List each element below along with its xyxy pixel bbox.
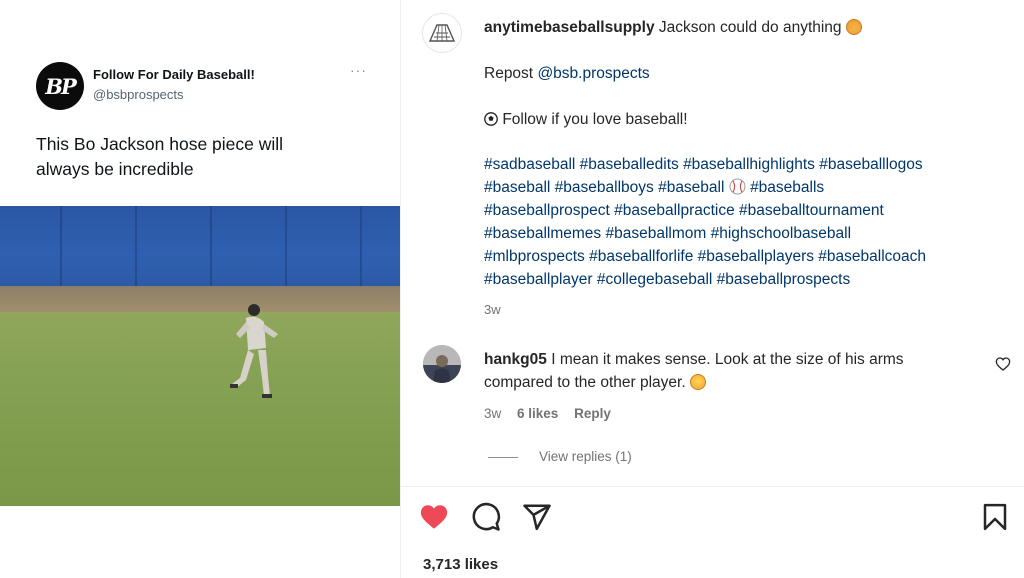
commenter-photo (423, 345, 461, 383)
tweet-display-name: Follow For Daily Baseball! (93, 67, 255, 82)
follow-line: Follow if you love baseball! (484, 108, 688, 131)
caption-lead: Jackson could do anything (658, 19, 842, 36)
comment-likes[interactable]: 6 likes (517, 406, 558, 421)
comment-meta: 3w 6 likes Reply (484, 402, 611, 425)
post-details: anytimebaseballsupply Jackson could do a… (401, 0, 1024, 578)
hashtag-line[interactable]: #sadbaseball #baseballedits #baseballhig… (484, 153, 923, 176)
hashtag-line[interactable]: #mlbprospects #baseballforlife #baseball… (484, 245, 926, 268)
small-heart-icon[interactable] (995, 356, 1011, 372)
share-icon[interactable] (522, 502, 552, 532)
caption-first-line: anytimebaseballsupply Jackson could do a… (484, 16, 862, 39)
repost-line: Repost @bsb.prospects (484, 62, 650, 85)
likes-count[interactable]: 3,713 likes (423, 556, 498, 573)
hashtag-line[interactable]: #baseballprospect #baseballpractice #bas… (484, 199, 884, 222)
comment-line-1: hankg05 I mean it makes sense. Look at t… (484, 348, 904, 371)
post-age[interactable]: 3w (484, 298, 501, 321)
baseball-icon (729, 178, 746, 195)
replies-divider (488, 457, 518, 458)
hashtag-text[interactable]: #baseball #baseballboys #baseball (484, 179, 724, 196)
hashtag-line[interactable]: #baseball #baseballboys #baseball #baseb… (484, 176, 824, 199)
wall-seam (135, 206, 137, 286)
soccer-ball-icon (484, 112, 498, 126)
comment-age: 3w (484, 406, 502, 421)
player-figure (230, 304, 278, 398)
brand-logo-icon (429, 24, 455, 42)
author-avatar[interactable] (422, 13, 462, 53)
tweet-header: BP Follow For Daily Baseball! @bsbprospe… (36, 62, 376, 112)
hashtag-line[interactable]: #baseballplayer #collegebaseball #baseba… (484, 268, 850, 291)
repost-handle-link[interactable]: @bsb.prospects (537, 65, 649, 82)
emoji-icon (845, 19, 862, 35)
tweet-text-line: always be incredible (36, 159, 194, 179)
comment-icon[interactable] (471, 502, 501, 532)
tweet-handle: @bsbprospects (93, 87, 184, 102)
bookmark-icon[interactable] (980, 502, 1010, 532)
warning-track (0, 286, 400, 312)
post-media[interactable]: BP Follow For Daily Baseball! @bsbprospe… (0, 0, 401, 578)
follow-text: Follow if you love baseball! (502, 111, 688, 128)
tweet-text: This Bo Jackson hose piece will always b… (36, 132, 356, 182)
comment-text: I mean it makes sense. Look at the size … (551, 351, 904, 368)
wall-seam (360, 206, 362, 286)
tweet-text-line: This Bo Jackson hose piece will (36, 134, 284, 154)
comment-text: compared to the other player. (484, 374, 686, 391)
view-replies-button[interactable]: View replies (1) (539, 449, 632, 464)
instagram-post-view: BP Follow For Daily Baseball! @bsbprospe… (0, 0, 1024, 578)
tweet-more-icon: ··· (350, 62, 367, 78)
emoji-icon (689, 374, 706, 390)
hashtag-text[interactable]: #baseballs (750, 179, 824, 196)
wall-seam (60, 206, 62, 286)
repost-prefix: Repost (484, 65, 534, 82)
wall-seam (210, 206, 212, 286)
commenter-username[interactable]: hankg05 (484, 351, 547, 368)
tweet-avatar: BP (36, 62, 84, 110)
heart-icon[interactable] (419, 502, 449, 532)
outfield-grass (0, 312, 400, 506)
commenter-avatar[interactable] (423, 345, 461, 383)
author-username[interactable]: anytimebaseballsupply (484, 19, 655, 36)
hashtag-line[interactable]: #baseballmemes #baseballmom #highschoolb… (484, 222, 851, 245)
reply-button[interactable]: Reply (574, 406, 611, 421)
video-frame[interactable] (0, 206, 400, 506)
section-divider (401, 486, 1024, 487)
comment-line-2: compared to the other player. (484, 371, 706, 394)
wall-seam (285, 206, 287, 286)
